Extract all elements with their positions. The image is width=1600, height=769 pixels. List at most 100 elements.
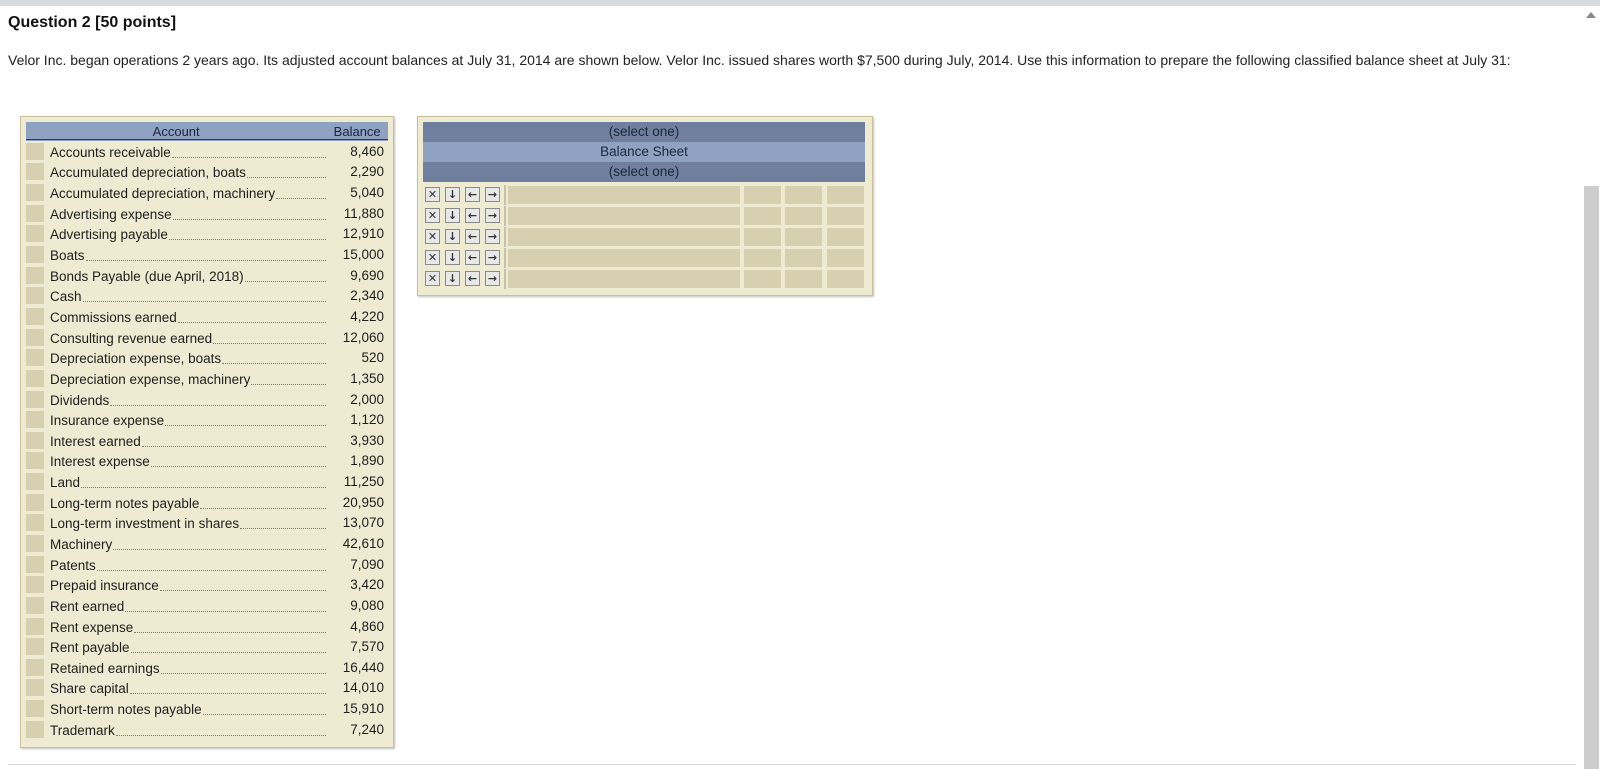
amount-field-1[interactable] bbox=[744, 186, 781, 204]
row-drag-handle[interactable] bbox=[26, 679, 44, 697]
account-row[interactable]: Accounts receivable 8,460 bbox=[26, 141, 388, 162]
amount-field-2[interactable] bbox=[785, 270, 822, 288]
arrow-down-icon[interactable]: ↓ bbox=[445, 250, 460, 265]
scrollbar-thumb[interactable] bbox=[1584, 186, 1599, 769]
account-row[interactable]: Interest expense 1,890 bbox=[26, 451, 388, 472]
account-row[interactable]: Depreciation expense, boats 520 bbox=[26, 347, 388, 368]
row-drag-handle[interactable] bbox=[26, 658, 44, 676]
company-name-select[interactable]: (select one) bbox=[423, 122, 865, 142]
account-row[interactable]: Long-term notes payable 20,950 bbox=[26, 492, 388, 513]
arrow-right-icon[interactable]: → bbox=[485, 208, 500, 223]
row-drag-handle[interactable] bbox=[26, 617, 44, 635]
amount-field-3[interactable] bbox=[827, 207, 864, 225]
arrow-right-icon[interactable]: → bbox=[485, 229, 500, 244]
account-row[interactable]: Patents 7,090 bbox=[26, 554, 388, 575]
row-drag-handle[interactable] bbox=[26, 349, 44, 367]
account-row[interactable]: Retained earnings 16,440 bbox=[26, 657, 388, 678]
row-drag-handle[interactable] bbox=[26, 514, 44, 532]
row-drag-handle[interactable] bbox=[26, 411, 44, 429]
row-drag-handle[interactable] bbox=[26, 142, 44, 160]
arrow-right-icon[interactable]: → bbox=[485, 250, 500, 265]
row-drag-handle[interactable] bbox=[26, 204, 44, 222]
account-row[interactable]: Advertising expense 11,880 bbox=[26, 203, 388, 224]
account-row[interactable]: Short-term notes payable 15,910 bbox=[26, 698, 388, 719]
account-row[interactable]: Machinery 42,610 bbox=[26, 533, 388, 554]
amount-field-1[interactable] bbox=[744, 270, 781, 288]
account-row[interactable]: Land 11,250 bbox=[26, 471, 388, 492]
account-row[interactable]: Dividends 2,000 bbox=[26, 389, 388, 410]
account-row[interactable]: Prepaid insurance 3,420 bbox=[26, 574, 388, 595]
amount-field-2[interactable] bbox=[785, 228, 822, 246]
account-row[interactable]: Boats 15,000 bbox=[26, 244, 388, 265]
line-item-drop-zone[interactable] bbox=[508, 186, 740, 204]
row-drag-handle[interactable] bbox=[26, 307, 44, 325]
arrow-down-icon[interactable]: ↓ bbox=[445, 187, 460, 202]
account-row[interactable]: Rent payable 7,570 bbox=[26, 636, 388, 657]
account-row[interactable]: Accumulated depreciation, machinery 5,040 bbox=[26, 182, 388, 203]
amount-field-3[interactable] bbox=[827, 249, 864, 267]
amount-field-2[interactable] bbox=[785, 207, 822, 225]
arrow-left-icon[interactable]: ← bbox=[465, 271, 480, 286]
close-icon[interactable]: ✕ bbox=[425, 187, 440, 202]
amount-field-3[interactable] bbox=[827, 186, 864, 204]
row-drag-handle[interactable] bbox=[26, 555, 44, 573]
close-icon[interactable]: ✕ bbox=[425, 208, 440, 223]
arrow-left-icon[interactable]: ← bbox=[465, 208, 480, 223]
row-drag-handle[interactable] bbox=[26, 390, 44, 408]
arrow-down-icon[interactable]: ↓ bbox=[445, 271, 460, 286]
row-drag-handle[interactable] bbox=[26, 534, 44, 552]
account-row[interactable]: Advertising payable 12,910 bbox=[26, 224, 388, 245]
row-drag-handle[interactable] bbox=[26, 246, 44, 264]
line-item-drop-zone[interactable] bbox=[508, 249, 740, 267]
close-icon[interactable]: ✕ bbox=[425, 271, 440, 286]
arrow-down-icon[interactable]: ↓ bbox=[445, 229, 460, 244]
account-row[interactable]: Bonds Payable (due April, 2018) 9,690 bbox=[26, 265, 388, 286]
row-drag-handle[interactable] bbox=[26, 638, 44, 656]
page-scrollbar[interactable] bbox=[1582, 6, 1600, 769]
amount-field-1[interactable] bbox=[744, 249, 781, 267]
amount-field-1[interactable] bbox=[744, 207, 781, 225]
account-row[interactable]: Insurance expense 1,120 bbox=[26, 409, 388, 430]
row-drag-handle[interactable] bbox=[26, 596, 44, 614]
arrow-right-icon[interactable]: → bbox=[485, 271, 500, 286]
account-row[interactable]: Interest earned 3,930 bbox=[26, 430, 388, 451]
close-icon[interactable]: ✕ bbox=[425, 250, 440, 265]
account-row[interactable]: Consulting revenue earned 12,060 bbox=[26, 327, 388, 348]
row-drag-handle[interactable] bbox=[26, 225, 44, 243]
row-drag-handle[interactable] bbox=[26, 720, 44, 738]
row-drag-handle[interactable] bbox=[26, 431, 44, 449]
account-row[interactable]: Trademark 7,240 bbox=[26, 719, 388, 740]
account-row[interactable]: Long-term investment in shares 13,070 bbox=[26, 513, 388, 534]
account-row[interactable]: Rent earned 9,080 bbox=[26, 595, 388, 616]
row-drag-handle[interactable] bbox=[26, 473, 44, 491]
arrow-left-icon[interactable]: ← bbox=[465, 187, 480, 202]
line-item-drop-zone[interactable] bbox=[508, 270, 740, 288]
amount-field-3[interactable] bbox=[827, 270, 864, 288]
row-drag-handle[interactable] bbox=[26, 452, 44, 470]
row-drag-handle[interactable] bbox=[26, 163, 44, 181]
row-drag-handle[interactable] bbox=[26, 328, 44, 346]
row-drag-handle[interactable] bbox=[26, 576, 44, 594]
row-drag-handle[interactable] bbox=[26, 184, 44, 202]
arrow-down-icon[interactable]: ↓ bbox=[445, 208, 460, 223]
amount-field-3[interactable] bbox=[827, 228, 864, 246]
account-row[interactable]: Share capital 14,010 bbox=[26, 678, 388, 699]
row-drag-handle[interactable] bbox=[26, 493, 44, 511]
account-row[interactable]: Cash 2,340 bbox=[26, 285, 388, 306]
row-drag-handle[interactable] bbox=[26, 266, 44, 284]
row-drag-handle[interactable] bbox=[26, 287, 44, 305]
arrow-right-icon[interactable]: → bbox=[485, 187, 500, 202]
amount-field-2[interactable] bbox=[785, 186, 822, 204]
line-item-drop-zone[interactable] bbox=[508, 228, 740, 246]
line-item-drop-zone[interactable] bbox=[508, 207, 740, 225]
amount-field-1[interactable] bbox=[744, 228, 781, 246]
scroll-up-arrow-icon[interactable] bbox=[1586, 12, 1596, 18]
amount-field-2[interactable] bbox=[785, 249, 822, 267]
row-drag-handle[interactable] bbox=[26, 700, 44, 718]
account-row[interactable]: Depreciation expense, machinery 1,350 bbox=[26, 368, 388, 389]
arrow-left-icon[interactable]: ← bbox=[465, 229, 480, 244]
account-row[interactable]: Rent expense 4,860 bbox=[26, 616, 388, 637]
account-row[interactable]: Accumulated depreciation, boats 2,290 bbox=[26, 162, 388, 183]
arrow-left-icon[interactable]: ← bbox=[465, 250, 480, 265]
row-drag-handle[interactable] bbox=[26, 369, 44, 387]
